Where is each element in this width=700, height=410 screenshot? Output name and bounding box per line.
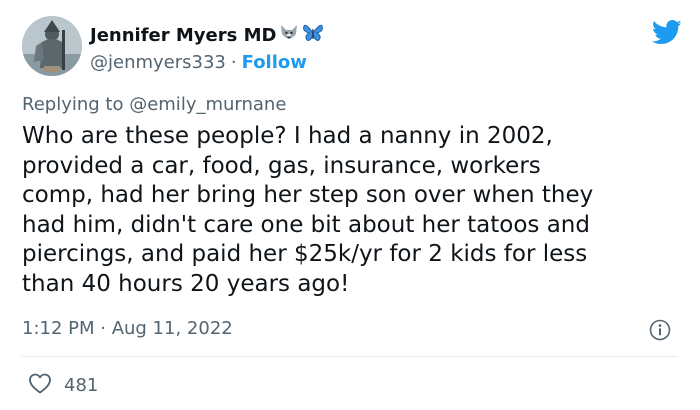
wolf-emoji-icon	[278, 22, 300, 48]
avatar[interactable]	[22, 16, 82, 76]
handle-row: @jenmyers333 · Follow	[90, 49, 324, 75]
avatar-image	[22, 16, 82, 76]
like-count: 481	[64, 374, 99, 396]
heart-icon	[28, 372, 52, 398]
butterfly-emoji-icon	[302, 22, 324, 48]
divider	[22, 356, 678, 357]
like-button[interactable]: 481	[28, 372, 98, 398]
twitter-bird-icon[interactable]	[651, 20, 682, 49]
replying-to: Replying to @emily_murnane	[22, 94, 286, 115]
reply-mention-link[interactable]: @emily_murnane	[129, 94, 286, 115]
info-icon[interactable]	[649, 319, 671, 341]
tweet-card: Jennifer Myers MD @jenmyers333 · Follow …	[0, 0, 700, 410]
tweet-header: Jennifer Myers MD @jenmyers333 · Follow	[22, 16, 682, 80]
display-name[interactable]: Jennifer Myers MD	[90, 25, 276, 46]
tweet-text: Who are these people? I had a nanny in 2…	[22, 123, 594, 297]
replying-to-prefix: Replying to	[22, 94, 130, 115]
author-info: Jennifer Myers MD @jenmyers333 · Follow	[90, 22, 324, 75]
tweet-timestamp[interactable]: 1:12 PM · Aug 11, 2022	[22, 318, 233, 339]
separator-dot: ·	[230, 51, 237, 73]
follow-button[interactable]: Follow	[242, 52, 307, 73]
name-row: Jennifer Myers MD	[90, 22, 324, 48]
handle[interactable]: @jenmyers333	[90, 52, 226, 73]
